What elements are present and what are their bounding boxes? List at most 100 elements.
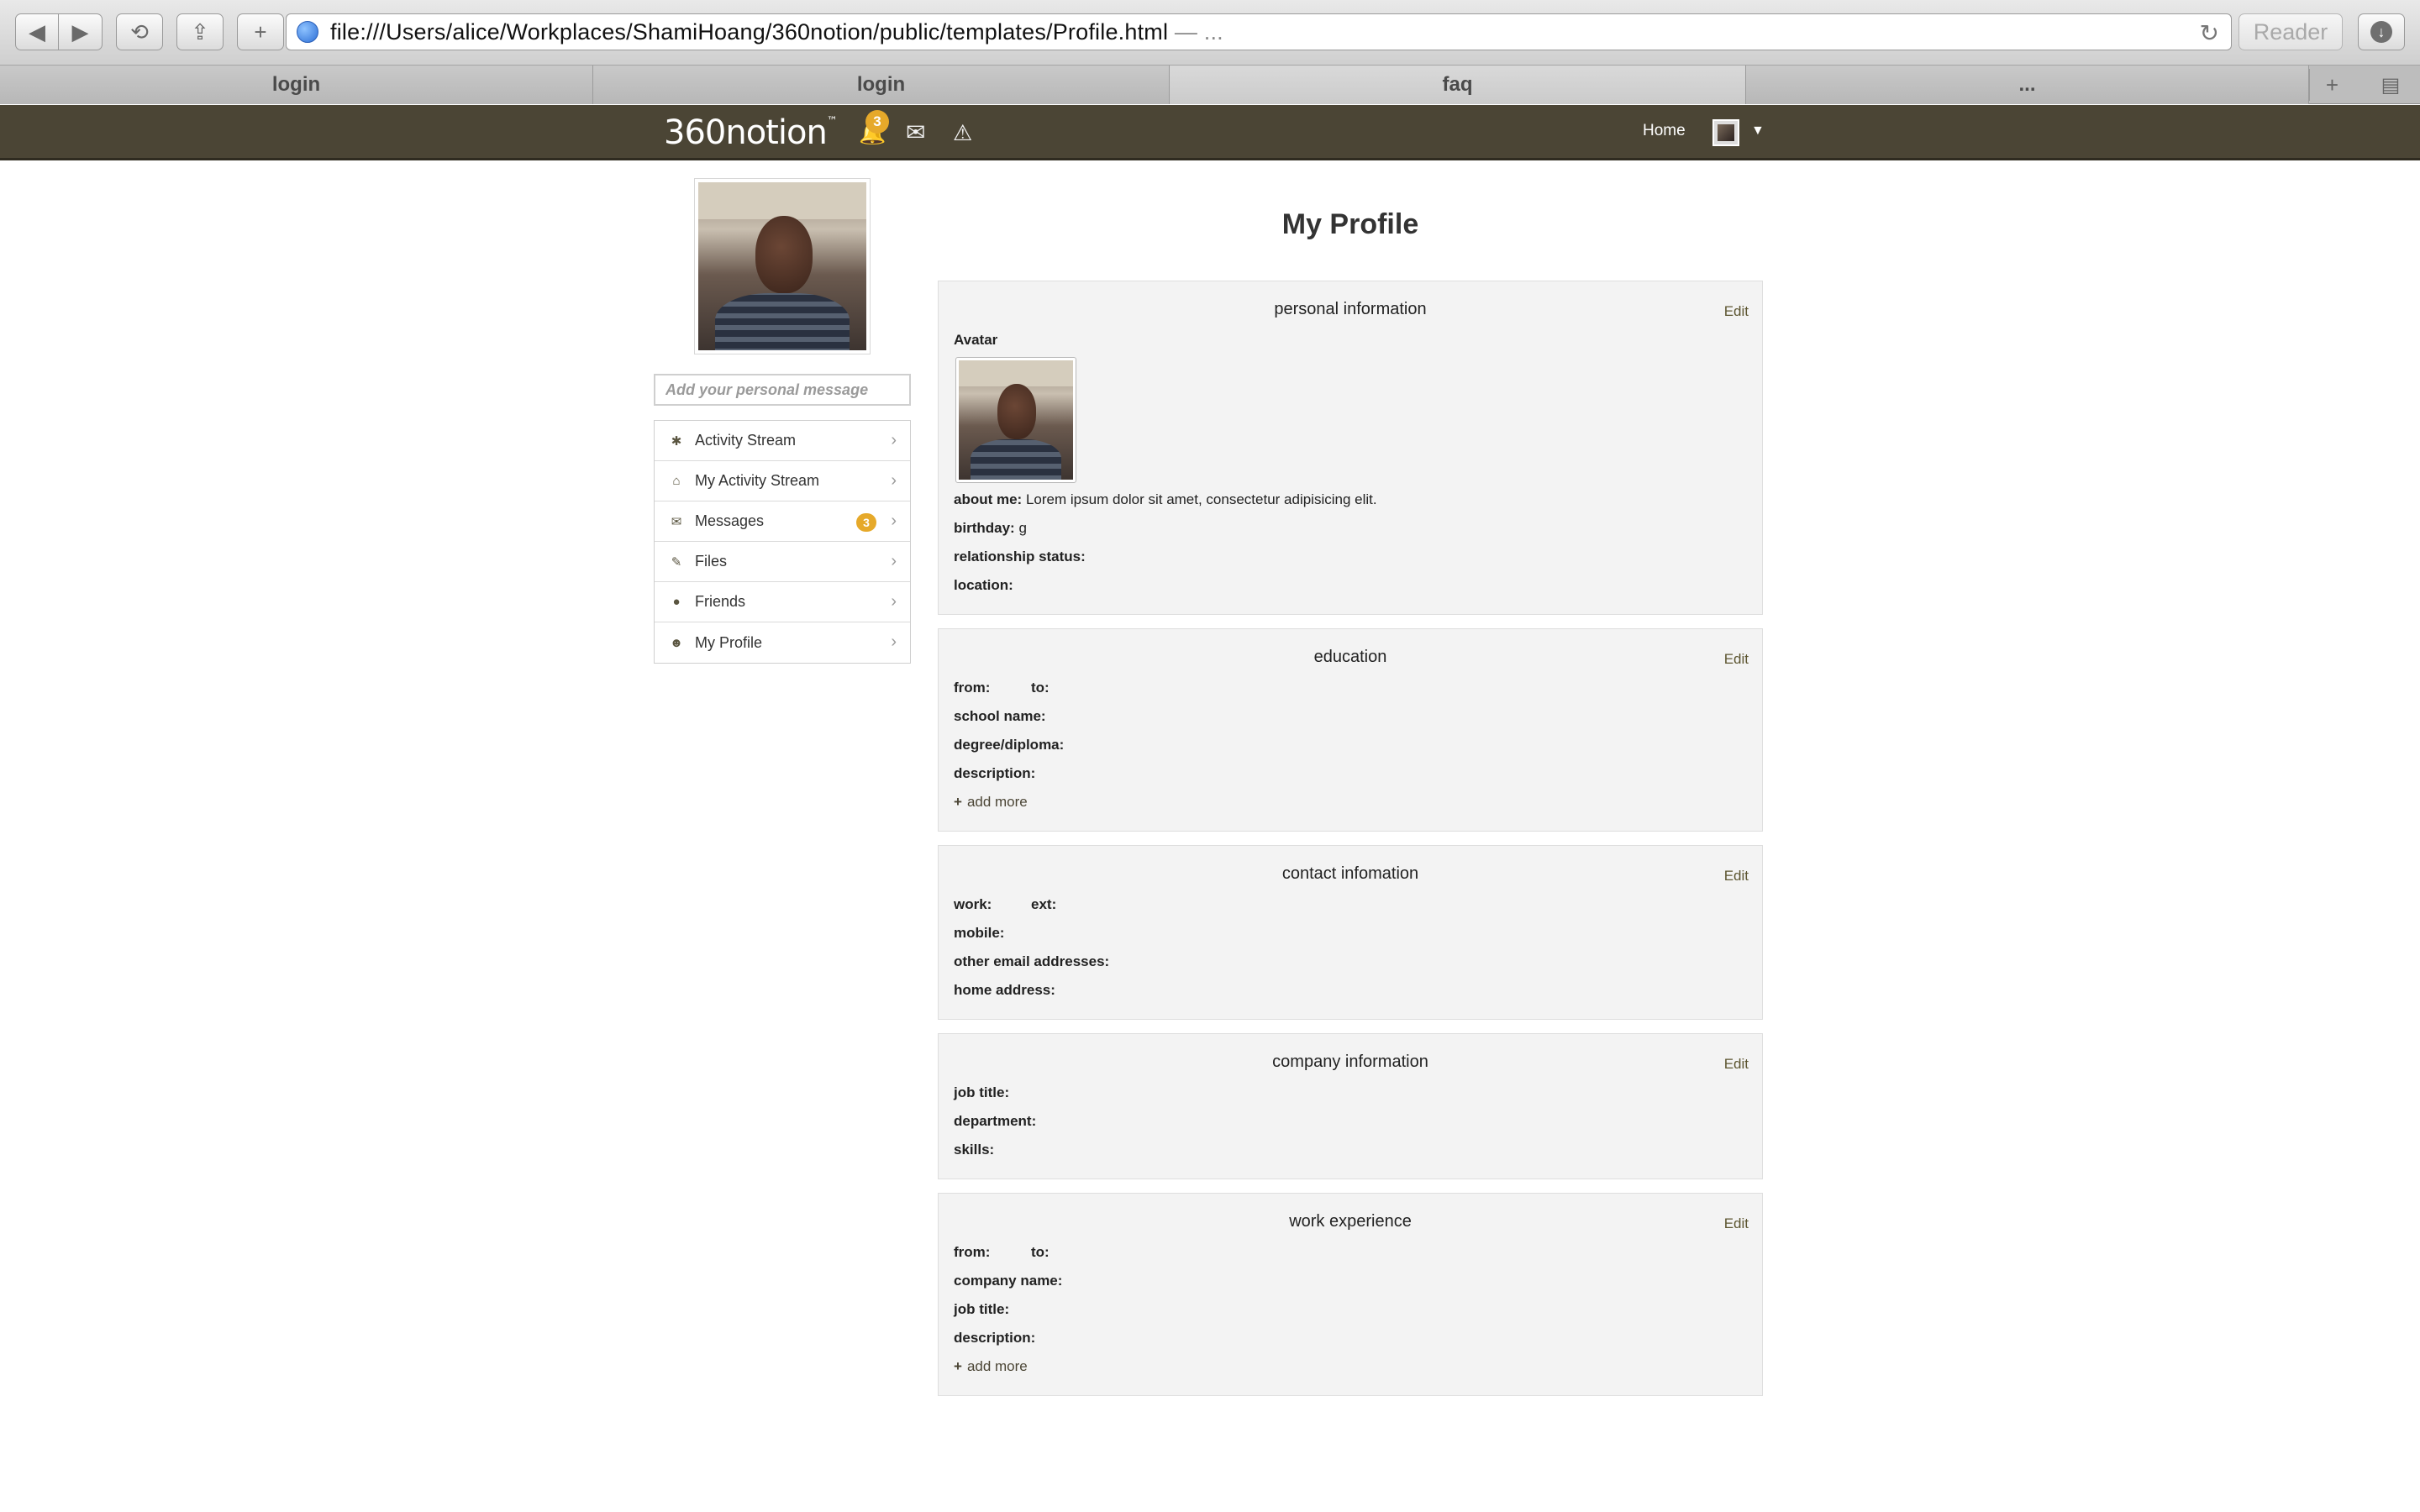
forward-button[interactable]: ▶ <box>59 13 103 50</box>
reader-button[interactable]: Reader <box>2238 13 2343 50</box>
education-dates-row: from: to: <box>954 680 1050 696</box>
edit-contact-link[interactable]: Edit <box>1724 868 1749 885</box>
about-me-row: about me: Lorem ipsum dolor sit amet, co… <box>954 491 1377 507</box>
back-arrow-icon: ◀ <box>29 18 45 45</box>
profile-photo[interactable] <box>694 178 871 354</box>
tab-faq[interactable]: faq <box>1170 66 1746 104</box>
edit-work-link[interactable]: Edit <box>1724 1215 1749 1232</box>
panel-title: education <box>1313 648 1387 666</box>
company-name-row: company name: <box>954 1273 1063 1289</box>
work-description-row: description: <box>954 1330 1036 1346</box>
messages-count-badge: 3 <box>856 513 876 532</box>
edit-education-link[interactable]: Edit <box>1724 651 1749 668</box>
sidebar-item-my-profile[interactable]: ☻ My Profile › <box>655 622 910 663</box>
download-icon: ↓ <box>2370 21 2392 43</box>
users-icon: ● <box>672 595 681 609</box>
user-avatar[interactable] <box>1712 119 1739 146</box>
relationship-row: relationship status: <box>954 549 1086 564</box>
envelope-icon[interactable]: ✉ <box>906 118 925 146</box>
home-address-row: home address: <box>954 982 1055 998</box>
home-icon: ⌂ <box>672 474 681 488</box>
url-text[interactable]: file:///Users/alice/Workplaces/ShamiHoan… <box>330 19 1223 45</box>
work-job-title-row: job title: <box>954 1301 1010 1317</box>
user-icon: ☻ <box>670 635 683 650</box>
education-description-row: description: <box>954 765 1036 781</box>
home-link[interactable]: Home <box>1643 122 1686 140</box>
asterisk-icon: ✱ <box>671 433 682 449</box>
sidebar-item-label: Activity Stream <box>695 432 797 449</box>
app-header: 360notion™ 🔔 3 ✉ ⚠ Home ▼ <box>0 105 2420 160</box>
sidebar-menu: ✱ Activity Stream › ⌂ My Activity Stream… <box>654 420 911 664</box>
chevron-right-icon: › <box>891 552 897 570</box>
avatar-label: Avatar <box>954 332 998 348</box>
panel-title: personal information <box>1274 300 1427 318</box>
new-tab-button[interactable]: + <box>237 13 284 50</box>
sidebar-item-label: My Activity Stream <box>695 472 820 489</box>
back-button[interactable]: ◀ <box>15 13 59 50</box>
history-icon: ⟲ <box>130 18 149 45</box>
work-phone-row: work: ext: <box>954 896 1057 912</box>
skills-row: skills: <box>954 1142 995 1158</box>
education-add-more-link[interactable]: + add more <box>954 794 1028 811</box>
school-name-row: school name: <box>954 708 1046 724</box>
share-button[interactable]: ⇪ <box>176 13 224 50</box>
tab-current[interactable]: ... <box>1746 66 2309 104</box>
mobile-row: mobile: <box>954 925 1005 941</box>
sidebar-item-files[interactable]: ✎ Files › <box>655 542 910 582</box>
panel-title: work experience <box>1289 1212 1412 1231</box>
sidebar-item-label: Messages <box>695 512 765 529</box>
company-information-panel: company information Edit job title: depa… <box>938 1033 1763 1179</box>
reload-icon[interactable]: ↻ <box>2200 19 2219 47</box>
paperclip-icon: ✎ <box>671 554 682 570</box>
plus-icon: + <box>254 18 267 45</box>
plus-icon: + <box>954 794 962 810</box>
work-add-more-link[interactable]: + add more <box>954 1358 1028 1375</box>
sidebar-item-my-activity-stream[interactable]: ⌂ My Activity Stream › <box>655 461 910 501</box>
envelope-icon: ✉ <box>671 514 682 529</box>
sidebar-item-label: Friends <box>695 593 746 610</box>
education-panel: education Edit from: to: school name: deg… <box>938 628 1763 832</box>
personal-information-panel: personal information Edit Avatar about m… <box>938 281 1763 615</box>
tab-bar: login login faq ... + ▤ <box>0 66 2420 104</box>
work-experience-panel: work experience Edit from: to: company na… <box>938 1193 1763 1396</box>
edit-personal-link[interactable]: Edit <box>1724 303 1749 320</box>
share-icon: ⇪ <box>191 18 209 45</box>
add-tab-button[interactable]: + <box>2309 69 2354 101</box>
chevron-right-icon: › <box>891 592 897 611</box>
panel-title: contact infomation <box>1281 864 1419 883</box>
chevron-right-icon: › <box>891 633 897 651</box>
work-dates-row: from: to: <box>954 1244 1050 1260</box>
avatar-image[interactable] <box>955 357 1076 483</box>
chevron-right-icon: › <box>891 512 897 530</box>
forward-arrow-icon: ▶ <box>71 18 89 45</box>
department-row: department: <box>954 1113 1037 1129</box>
plus-icon: + <box>954 1358 962 1374</box>
other-emails-row: other email addresses: <box>954 953 1110 969</box>
sidebar-item-activity-stream[interactable]: ✱ Activity Stream › <box>655 421 910 461</box>
sidebar-item-label: My Profile <box>695 633 763 651</box>
tab-list-icon[interactable]: ▤ <box>2368 69 2413 101</box>
browser-toolbar: ◀ ▶ ⟲ ⇪ + file:///Users/alice/Workplaces… <box>0 0 2420 66</box>
personal-message-input[interactable] <box>654 374 911 406</box>
tab-login-1[interactable]: login <box>0 66 593 104</box>
sidebar-item-messages[interactable]: ✉ Messages 3 › <box>655 501 910 542</box>
panel-title: company information <box>1272 1053 1428 1071</box>
caret-down-icon[interactable]: ▼ <box>1751 123 1765 139</box>
location-row: location: <box>954 577 1013 593</box>
downloads-button[interactable]: ↓ <box>2358 13 2405 50</box>
tab-login-2[interactable]: login <box>593 66 1170 104</box>
notification-badge: 3 <box>865 110 889 134</box>
contact-information-panel: contact infomation Edit work: ext: mobile… <box>938 845 1763 1020</box>
edit-company-link[interactable]: Edit <box>1724 1056 1749 1073</box>
chevron-right-icon: › <box>891 431 897 449</box>
address-bar[interactable]: file:///Users/alice/Workplaces/ShamiHoan… <box>286 13 2232 50</box>
page-title: My Profile <box>1281 208 1419 240</box>
job-title-row: job title: <box>954 1084 1010 1100</box>
globe-icon <box>297 21 318 43</box>
degree-row: degree/diploma: <box>954 737 1065 753</box>
sidebar-item-label: Files <box>695 553 728 570</box>
sidebar-item-friends[interactable]: ● Friends › <box>655 582 910 622</box>
warning-icon[interactable]: ⚠ <box>953 120 972 146</box>
history-button[interactable]: ⟲ <box>116 13 163 50</box>
logo[interactable]: 360notion™ <box>664 113 838 152</box>
